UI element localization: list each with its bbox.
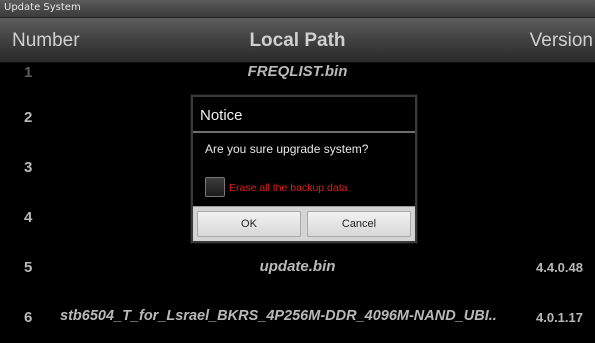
- row-number: 2: [24, 109, 33, 126]
- erase-backup-checkbox[interactable]: [205, 177, 225, 197]
- row-number: 6: [24, 309, 33, 326]
- window-titlebar: Update System: [0, 0, 595, 18]
- dialog-divider: [193, 131, 415, 133]
- row-number: 3: [24, 159, 33, 176]
- ok-button[interactable]: OK: [197, 211, 301, 237]
- row-number: 4: [24, 209, 33, 226]
- dialog-button-bar: OK Cancel: [193, 206, 415, 241]
- table-row[interactable]: 5 update.bin 4.4.0.48: [0, 243, 595, 293]
- dialog-message: Are you sure upgrade system?: [205, 142, 369, 156]
- row-path: stb6504_T_for_Lsrael_BKRS_4P256M-DDR_409…: [60, 308, 497, 324]
- table-row[interactable]: 1 FREQLIST.bin: [0, 48, 595, 98]
- notice-dialog: Notice Are you sure upgrade system? Eras…: [191, 95, 417, 243]
- dialog-title: Notice: [200, 107, 243, 124]
- cancel-button[interactable]: Cancel: [307, 211, 411, 237]
- row-path: FREQLIST.bin: [247, 63, 348, 80]
- window-title: Update System: [4, 2, 81, 13]
- row-version: 4.4.0.48: [536, 260, 583, 275]
- erase-backup-label[interactable]: Erase all the backup data: [229, 182, 348, 194]
- table-row[interactable]: 6 stb6504_T_for_Lsrael_BKRS_4P256M-DDR_4…: [0, 293, 595, 343]
- row-path: update.bin: [259, 258, 336, 275]
- row-version: 4.0.1.17: [536, 310, 583, 325]
